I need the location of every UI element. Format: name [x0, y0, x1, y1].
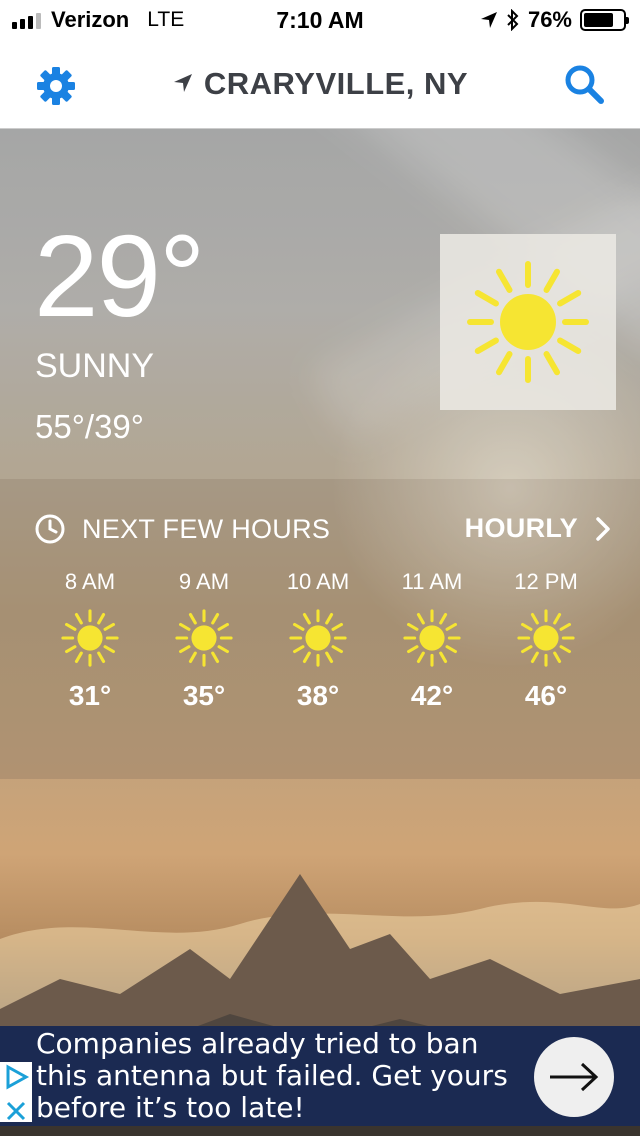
- search-icon[interactable]: [562, 62, 606, 106]
- hour-item[interactable]: 9 AM 35°: [148, 569, 260, 712]
- current-conditions: 29° SUNNY 55°/39°: [0, 129, 640, 479]
- location-arrow-icon: [173, 73, 192, 92]
- hour-time: 9 AM: [178, 569, 230, 594]
- high-low-temperature: 55°/39°: [35, 408, 144, 445]
- hour-temperature: 35°: [182, 680, 226, 711]
- sun-icon: [61, 609, 119, 667]
- hour-time: 11 AM: [401, 569, 463, 594]
- hour-temperature: 46°: [524, 680, 568, 711]
- ad-choices-icon[interactable]: [0, 1062, 32, 1092]
- hour-temperature: 38°: [296, 680, 340, 711]
- bluetooth-icon: [507, 9, 519, 31]
- arrow-right-icon: [550, 1062, 599, 1092]
- condition-icon-box: [440, 234, 616, 410]
- location-name: CRARYVILLE, NY: [203, 66, 469, 101]
- battery-percent: 76%: [527, 7, 572, 32]
- hour-item[interactable]: 11 AM 42°: [376, 569, 488, 712]
- hour-temperature: 31°: [68, 680, 112, 711]
- hour-item[interactable]: 10 AM 38°: [262, 569, 374, 712]
- sun-icon: [289, 609, 347, 667]
- hourly-list: 8 AM 31° 9 AM 35° 10 AM 38° 11 AM 42° 12…: [34, 569, 602, 712]
- sun-icon: [517, 609, 575, 667]
- nav-bar: CRARYVILLE, NY: [0, 40, 640, 129]
- hourly-link[interactable]: HOURLY: [465, 513, 610, 544]
- hourly-link-label: HOURLY: [464, 513, 578, 543]
- sun-icon: [467, 261, 589, 383]
- hour-time: 10 AM: [286, 569, 350, 594]
- battery-icon: [580, 9, 629, 31]
- status-right: 76%: [480, 7, 629, 33]
- hourly-heading-label: NEXT FEW HOURS: [82, 513, 331, 544]
- clock-icon: [35, 514, 65, 544]
- ad-choices-badge[interactable]: [0, 1062, 32, 1122]
- chevron-right-icon: [596, 516, 610, 541]
- hour-time: 8 AM: [64, 569, 116, 594]
- hour-item[interactable]: 8 AM 31°: [34, 569, 146, 712]
- hour-time: 12 PM: [514, 569, 578, 594]
- location-title[interactable]: CRARYVILLE, NY: [0, 66, 640, 102]
- bottom-strip: [0, 1126, 640, 1136]
- ad-arrow-button[interactable]: [534, 1037, 614, 1117]
- sun-icon: [175, 609, 233, 667]
- hourly-heading: NEXT FEW HOURS: [34, 513, 330, 545]
- current-temperature: 29°: [34, 211, 205, 341]
- sun-icon: [403, 609, 461, 667]
- status-bar: Verizon LTE 7:10 AM 76%: [0, 0, 640, 40]
- current-condition: SUNNY: [35, 347, 155, 385]
- hourly-forecast-panel: NEXT FEW HOURS HOURLY 8 AM 31° 9 AM 35° …: [0, 479, 640, 779]
- location-services-icon: [480, 12, 497, 28]
- hour-temperature: 42°: [410, 680, 454, 711]
- close-icon[interactable]: [0, 1097, 32, 1127]
- ad-text[interactable]: Companies already tried to ban this ante…: [36, 1028, 526, 1124]
- hour-item[interactable]: 12 PM 46°: [490, 569, 602, 712]
- ad-banner[interactable]: Companies already tried to ban this ante…: [0, 1026, 640, 1126]
